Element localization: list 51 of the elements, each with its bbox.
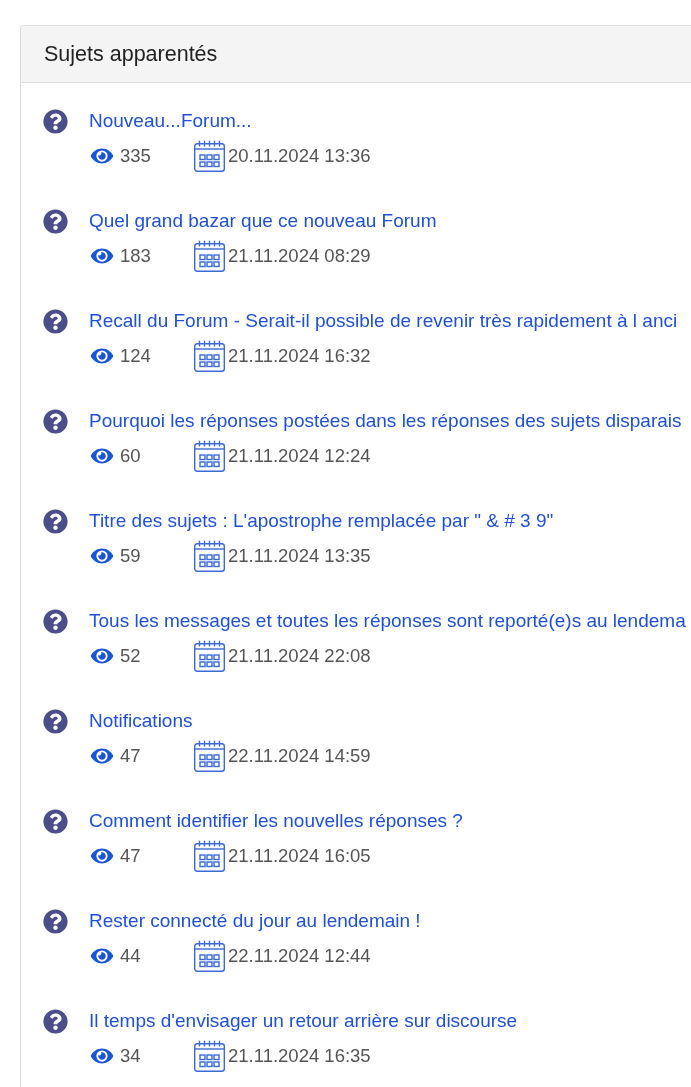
- topic-date: 21.11.2024 08:29: [228, 245, 371, 267]
- topic-date: 22.11.2024 14:59: [228, 745, 371, 767]
- view-count: 52: [120, 645, 141, 667]
- topic-date: 21.11.2024 16:35: [228, 1045, 371, 1067]
- calendar-icon: [194, 540, 225, 572]
- topic-date: 20.11.2024 13:36: [228, 145, 371, 167]
- topic-date: 21.11.2024 16:05: [228, 845, 371, 867]
- view-count: 59: [120, 545, 141, 567]
- view-count: 183: [120, 245, 151, 267]
- question-icon: [43, 808, 68, 834]
- topic-link[interactable]: Quel grand bazar que ce nouveau Forum: [89, 208, 437, 234]
- topic-link[interactable]: Recall du Forum - Serait-il possible de revenir très rapidement à l anci: [89, 308, 678, 334]
- view-count: 47: [120, 745, 141, 767]
- topic-link[interactable]: Tous les messages et toutes les réponses sont reporté(e)s au lendema: [89, 608, 686, 634]
- calendar-icon: [194, 740, 225, 772]
- topic-link[interactable]: Il temps d'envisager un retour arrière sur discourse: [89, 1008, 518, 1034]
- question-icon: [43, 608, 68, 634]
- view-count: 44: [120, 945, 141, 967]
- calendar-icon: [194, 940, 225, 972]
- question-icon: [43, 708, 68, 734]
- question-icon: [43, 108, 68, 134]
- question-icon: [43, 308, 68, 334]
- calendar-icon: [194, 1040, 225, 1072]
- view-count: 47: [120, 845, 141, 867]
- view-count: 34: [120, 1045, 141, 1067]
- topic-link[interactable]: Comment identifier les nouvelles réponses ?: [89, 808, 463, 834]
- calendar-icon: [194, 840, 225, 872]
- topic-link[interactable]: Nouveau...Forum...: [89, 108, 252, 134]
- topic-date: 21.11.2024 12:24: [228, 445, 371, 467]
- question-icon: [43, 208, 68, 234]
- calendar-icon: [194, 240, 225, 272]
- view-count: 124: [120, 345, 151, 367]
- topic-date: 21.11.2024 22:08: [228, 645, 371, 667]
- topic-link[interactable]: Titre des sujets : L'apostrophe remplacée par " & # 3 9": [89, 508, 554, 534]
- question-icon: [43, 508, 68, 534]
- question-icon: [43, 1008, 68, 1034]
- topic-link[interactable]: Rester connecté du jour au lendemain !: [89, 908, 421, 934]
- topic-link[interactable]: Notifications: [89, 708, 193, 734]
- view-count: 60: [120, 445, 141, 467]
- topic-date: 22.11.2024 12:44: [228, 945, 371, 967]
- card-title: Sujets apparentés: [44, 41, 218, 67]
- calendar-icon: [194, 340, 225, 372]
- question-icon: [43, 908, 68, 934]
- topic-date: 21.11.2024 16:32: [228, 345, 371, 367]
- topic-link[interactable]: Pourquoi les réponses postées dans les réponses des sujets disparais: [89, 408, 682, 434]
- calendar-icon: [194, 140, 225, 172]
- topic-date: 21.11.2024 13:35: [228, 545, 371, 567]
- view-count: 335: [120, 145, 151, 167]
- question-icon: [43, 408, 68, 434]
- calendar-icon: [194, 640, 225, 672]
- calendar-icon: [194, 440, 225, 472]
